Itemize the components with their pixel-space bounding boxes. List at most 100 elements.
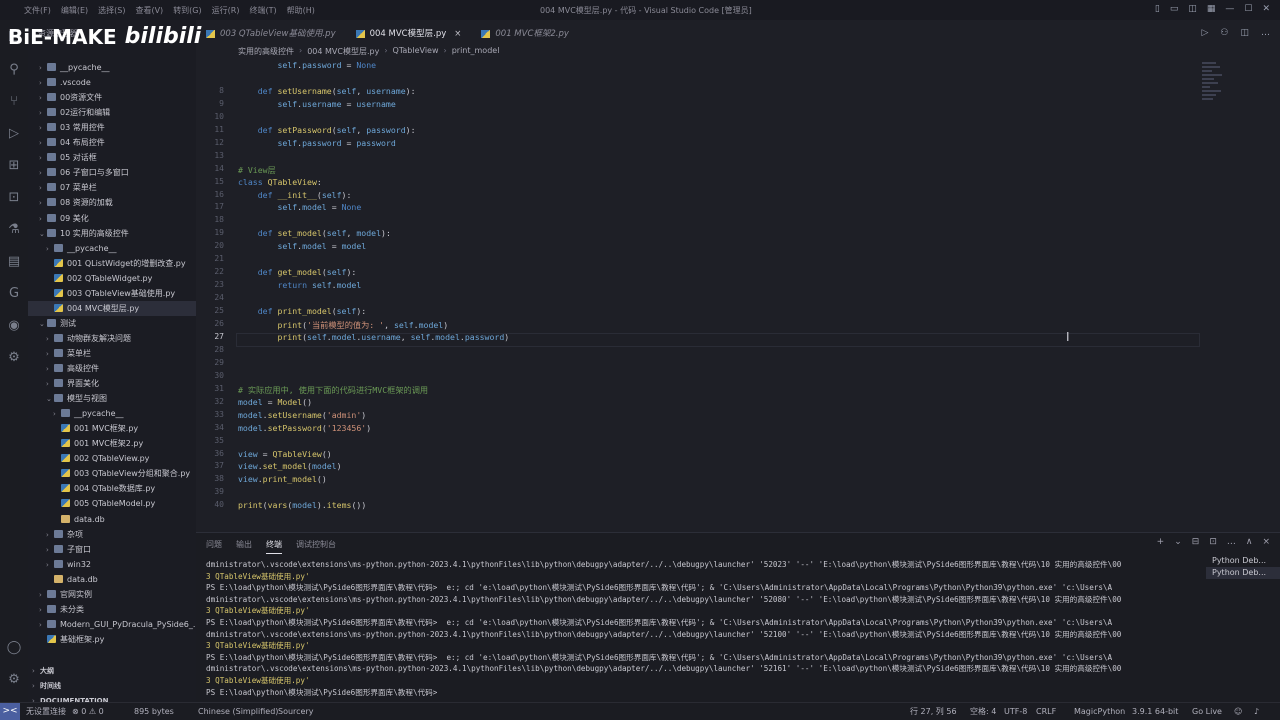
more-actions-icon[interactable]: … [1261,28,1270,38]
tree-item[interactable]: › 杂项 [28,527,196,542]
tree-item[interactable]: › 03 常用控件 [28,120,196,135]
remote-indicator[interactable]: >< [0,703,20,720]
panel-tab[interactable]: 调试控制台 [296,539,336,554]
tree-item[interactable]: › 动物群友解决问题 [28,331,196,346]
tree-item[interactable]: › 06 子窗口与多窗口 [28,165,196,180]
tree-item[interactable]: › 00资源文件 [28,90,196,105]
docker-icon[interactable]: ▤ [6,254,22,270]
menu-item[interactable]: 编辑(E) [61,5,88,16]
breadcrumb-item[interactable]: print_model [452,46,500,58]
menu-item[interactable]: 运行(R) [212,5,240,16]
layout-split-icon[interactable]: ◫ [1188,4,1197,14]
indentation[interactable]: 空格: 4 [970,703,996,720]
layout-panel-icon[interactable]: ▭ [1170,4,1179,14]
tree-item[interactable]: › 09 美化 [28,211,196,226]
tree-item[interactable]: ⌄ 10 实用的高级控件 [28,226,196,241]
tree-item[interactable]: data.db [28,512,196,527]
tree-item[interactable]: 005 QTableModel.py [28,496,196,511]
layout-sidebar-icon[interactable]: ▯ [1155,4,1160,14]
line-ending[interactable]: CRLF [1036,703,1056,720]
editor-tab[interactable]: 001 MVC框架2.py [471,24,579,44]
menu-item[interactable]: 终端(T) [249,5,276,16]
terminal-session[interactable]: Python Deb... [1206,567,1280,579]
tree-item[interactable]: › 02运行和编辑 [28,105,196,120]
search-icon[interactable]: ⚲ [6,62,22,78]
manage-gear-icon[interactable]: ⚙ [6,672,22,688]
gitlens-icon[interactable]: G [6,286,22,302]
menu-item[interactable]: 转到(G) [173,5,201,16]
tree-item[interactable]: data.db [28,572,196,587]
terminal-dropdown-icon[interactable]: ⌄ [1174,537,1182,547]
tree-item[interactable]: › __pycache__ [28,241,196,256]
tree-item[interactable]: ⌄ 测试 [28,316,196,331]
tree-item[interactable]: › win32 [28,557,196,572]
menu-item[interactable]: 选择(S) [98,5,125,16]
language-mode[interactable]: MagicPython [1074,703,1125,720]
tree-item[interactable]: 003 QTableView分组和聚合.py [28,466,196,481]
maximize-icon[interactable]: ☐ [1244,4,1252,14]
account-icon[interactable]: ◯ [6,640,22,656]
tree-item[interactable]: › 高级控件 [28,361,196,376]
panel-tab[interactable]: 终端 [266,539,282,554]
tree-item[interactable]: › 官网实例 [28,587,196,602]
tree-item[interactable]: 003 QTableView基础使用.py [28,286,196,301]
split-editor-icon[interactable]: ◫ [1240,28,1249,38]
split-terminal-icon[interactable]: ⊟ [1192,537,1200,547]
breadcrumb-item[interactable]: QTableView [393,46,439,58]
go-live-button[interactable]: Go Live [1192,703,1222,720]
remote-explorer-icon[interactable]: ⊡ [6,190,22,206]
status-left-label[interactable]: 无设置连接 [26,703,66,720]
tree-item[interactable]: › 05 对话框 [28,150,196,165]
editor-tab[interactable]: 004 MVC模型层.py × [345,24,472,44]
menu-item[interactable]: 帮助(H) [287,5,315,16]
menu-item[interactable]: 查看(V) [135,5,163,16]
editor-tab[interactable]: 003 QTableView基础使用.py [196,24,346,44]
feedback-icon[interactable]: ☺ [1234,703,1242,720]
code-editor[interactable]: self.password = None 8 def setUsername(se… [196,58,1280,528]
tree-item[interactable]: 002 QTableWidget.py [28,271,196,286]
menu-item[interactable]: 文件(F) [24,5,51,16]
cursor-position[interactable]: 行 27, 列 56 [910,703,957,720]
tree-item[interactable]: › 菜单栏 [28,346,196,361]
breadcrumb-item[interactable]: 实用的高级控件 [238,46,294,58]
tree-item[interactable]: › 08 资源的加载 [28,195,196,210]
tree-item[interactable]: › __pycache__ [28,60,196,75]
tree-item[interactable]: 001 MVC框架.py [28,421,196,436]
maximize-panel-icon[interactable]: ∧ [1246,537,1253,547]
kill-terminal-icon[interactable]: ⊡ [1209,537,1217,547]
sidebar-section[interactable]: › 时间线 [28,678,196,693]
minimize-icon[interactable]: — [1225,4,1234,14]
panel-tab[interactable]: 问题 [206,539,222,554]
tree-item[interactable]: › 04 布局控件 [28,135,196,150]
sidebar-section[interactable]: › 大纲 [28,663,196,678]
tree-item[interactable]: 001 QListWidget的增删改查.py [28,256,196,271]
testing-icon[interactable]: ⚗ [6,222,22,238]
source-control-icon[interactable]: ⑂ [6,94,22,110]
more-icon[interactable]: … [1227,537,1236,547]
settings-sync-icon[interactable]: ⚙ [6,350,22,366]
terminal-output[interactable]: dministrator\.vscode\extensions\ms-pytho… [206,559,1196,698]
tree-item[interactable]: 002 QTableView.py [28,451,196,466]
copilot-icon[interactable]: ◉ [6,318,22,334]
language-pack[interactable]: Chinese (Simplified) [198,703,278,720]
run-icon[interactable]: ▷ [1201,28,1208,38]
problems-counter[interactable]: ⊗ 0 ⚠ 0 [72,703,104,720]
tree-item[interactable]: › 子窗口 [28,542,196,557]
python-interpreter[interactable]: 3.9.1 64-bit [1132,703,1178,720]
encoding[interactable]: UTF-8 [1004,703,1027,720]
tree-item[interactable]: › 界面美化 [28,376,196,391]
tree-item[interactable]: › 未分类 [28,602,196,617]
panel-tab[interactable]: 输出 [236,539,252,554]
tree-item[interactable]: 004 MVC模型层.py [28,300,196,316]
close-icon[interactable]: × [454,24,461,44]
tree-item[interactable]: ⌄ 模型与视图 [28,391,196,406]
compare-icon[interactable]: ⚇ [1220,28,1228,38]
minimap[interactable] [1202,60,1224,120]
terminal-session[interactable]: Python Deb... [1206,555,1280,567]
breadcrumb-item[interactable]: 004 MVC模型层.py [307,46,379,58]
close-panel-icon[interactable]: × [1262,537,1270,547]
notifications-icon[interactable]: ♪ [1254,703,1259,720]
new-terminal-icon[interactable]: + [1157,537,1165,547]
tree-item[interactable]: 004 QTable数据库.py [28,481,196,496]
close-icon[interactable]: ✕ [1262,4,1270,14]
